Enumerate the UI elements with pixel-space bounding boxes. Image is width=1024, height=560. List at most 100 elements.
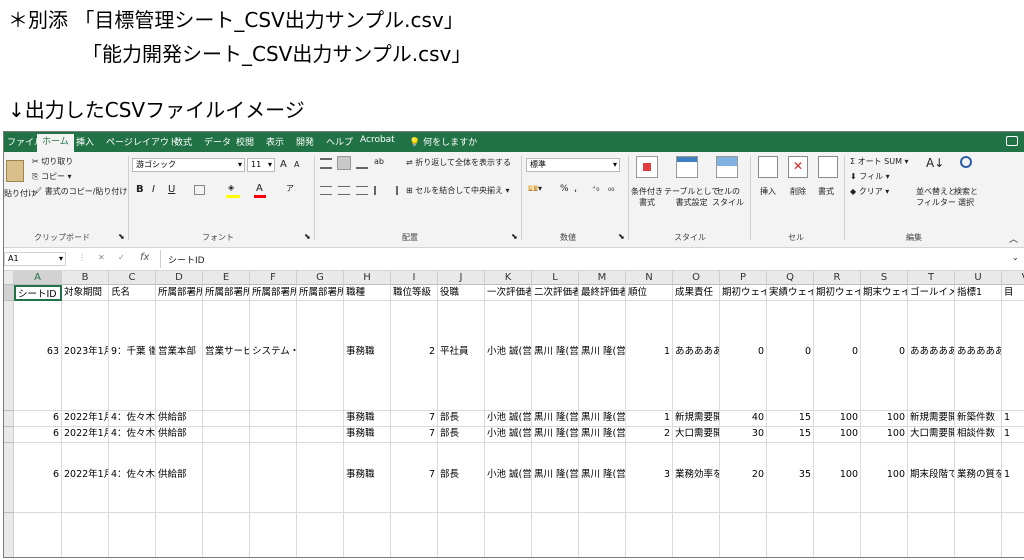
confirm-entry-icon[interactable]: ✓ bbox=[118, 253, 125, 262]
grid-cell[interactable]: 100 bbox=[814, 411, 861, 427]
column-header-p[interactable]: P bbox=[720, 271, 767, 285]
underline-button[interactable]: U bbox=[168, 184, 175, 195]
column-header-l[interactable]: L bbox=[532, 271, 579, 285]
header-cell[interactable]: 最終評価者 bbox=[579, 285, 626, 301]
grid-cell[interactable] bbox=[344, 513, 391, 557]
grid-cell[interactable]: 小池 誠(営 bbox=[485, 301, 532, 411]
shrink-font-button[interactable]: A bbox=[294, 160, 299, 169]
format-as-table-button[interactable]: テーブルとして 書式設定 bbox=[664, 186, 719, 208]
header-cell[interactable]: 指標1 bbox=[955, 285, 1002, 301]
align-left-icon[interactable] bbox=[320, 186, 332, 195]
grid-cell[interactable]: 100 bbox=[861, 411, 908, 427]
grid-cell[interactable]: 黒川 隆(営 bbox=[579, 411, 626, 427]
decrease-decimal-icon[interactable]: ₀₀ bbox=[608, 184, 614, 193]
orientation-button[interactable]: ab bbox=[374, 157, 384, 166]
font-size-select[interactable]: 11 ▾ bbox=[247, 158, 275, 172]
column-header-b[interactable]: B bbox=[62, 271, 109, 285]
grid-cell[interactable]: 黒川 隆(営 bbox=[532, 411, 579, 427]
tab-developer[interactable]: 開発 bbox=[296, 135, 314, 148]
fill-color-icon[interactable] bbox=[226, 195, 240, 198]
tell-me-search[interactable]: 💡 何をしますか bbox=[409, 135, 477, 148]
tab-view[interactable]: 表示 bbox=[266, 135, 284, 148]
grid-cell[interactable]: 2022年1月 bbox=[62, 411, 109, 427]
row-header[interactable] bbox=[4, 285, 14, 301]
grid-cell[interactable]: 7 bbox=[391, 427, 438, 443]
column-header-v[interactable]: V bbox=[1002, 271, 1024, 285]
comma-button[interactable]: , bbox=[574, 183, 577, 194]
grid-cell[interactable]: 営業サービ bbox=[203, 301, 250, 411]
align-bottom-icon[interactable] bbox=[356, 158, 368, 169]
grid-cell[interactable] bbox=[203, 443, 250, 513]
grid-cell[interactable]: 黒川 隆(営 bbox=[532, 443, 579, 513]
column-header-f[interactable]: F bbox=[250, 271, 297, 285]
dialog-launcher-icon[interactable]: ⬊ bbox=[618, 232, 625, 241]
dialog-launcher-icon[interactable]: ⬊ bbox=[118, 232, 125, 241]
align-top-icon[interactable] bbox=[320, 158, 332, 169]
row-header[interactable] bbox=[4, 301, 14, 411]
grid-cell[interactable]: 供給部 bbox=[156, 443, 203, 513]
grid-cell[interactable]: 部長 bbox=[438, 443, 485, 513]
conditional-format-button[interactable]: 条件付き 書式 bbox=[631, 186, 663, 208]
insert-cells-button[interactable]: 挿入 bbox=[760, 186, 776, 197]
font-name-select[interactable]: 游ゴシック ▾ bbox=[132, 158, 245, 172]
header-cell[interactable]: 期初ウェイ bbox=[720, 285, 767, 301]
sort-filter-button[interactable]: 並べ替えと フィルター bbox=[916, 186, 956, 208]
grid-cell[interactable]: 2022年1月 bbox=[62, 443, 109, 513]
grid-cell[interactable]: 15 bbox=[767, 411, 814, 427]
grid-cell[interactable]: 100 bbox=[861, 427, 908, 443]
number-format-select[interactable]: 標準 ▾ bbox=[526, 158, 620, 172]
grid-cell[interactable] bbox=[297, 443, 344, 513]
grid-cell[interactable] bbox=[109, 513, 156, 557]
italic-button[interactable]: I bbox=[152, 184, 155, 195]
grid-cell[interactable]: 20 bbox=[720, 443, 767, 513]
column-header-r[interactable]: R bbox=[814, 271, 861, 285]
grid-cell[interactable]: 30 bbox=[720, 427, 767, 443]
header-cell[interactable]: 期初ウェイ bbox=[814, 285, 861, 301]
tab-page-layout[interactable]: ページレイアウト bbox=[106, 135, 178, 148]
tab-help[interactable]: ヘルプ bbox=[326, 135, 353, 148]
dialog-launcher-icon[interactable]: ⬊ bbox=[511, 232, 518, 241]
column-header-g[interactable]: G bbox=[297, 271, 344, 285]
column-header-e[interactable]: E bbox=[203, 271, 250, 285]
grid-cell[interactable]: 15 bbox=[767, 427, 814, 443]
grid-cell[interactable]: 新規需要開 bbox=[673, 411, 720, 427]
grid-cell[interactable]: 黒川 隆(営 bbox=[579, 427, 626, 443]
grid-cell[interactable]: 大口需要開 bbox=[673, 427, 720, 443]
fill-button[interactable]: ⬇ フィル ▾ bbox=[850, 171, 890, 182]
grid-cell[interactable] bbox=[720, 513, 767, 557]
column-header-m[interactable]: M bbox=[579, 271, 626, 285]
grid-cell[interactable] bbox=[203, 427, 250, 443]
paste-icon[interactable] bbox=[6, 160, 24, 182]
grid-cell[interactable]: 新規需要開 bbox=[908, 411, 955, 427]
tab-insert[interactable]: 挿入 bbox=[76, 135, 94, 148]
grow-font-button[interactable]: A bbox=[280, 159, 287, 170]
grid-cell[interactable] bbox=[250, 427, 297, 443]
grid-cell[interactable] bbox=[297, 301, 344, 411]
cancel-entry-icon[interactable]: ✕ bbox=[98, 253, 105, 262]
grid-cell[interactable]: 40 bbox=[720, 411, 767, 427]
grid-cell[interactable]: 2023年1月 bbox=[62, 301, 109, 411]
row-header[interactable] bbox=[4, 513, 14, 557]
format-cells-button[interactable]: 書式 bbox=[818, 186, 834, 197]
grid-cell[interactable]: 業務の質を bbox=[955, 443, 1002, 513]
grid-cell[interactable] bbox=[203, 411, 250, 427]
grid-cell[interactable]: 100 bbox=[814, 427, 861, 443]
header-cell[interactable]: 期末ウェイ bbox=[861, 285, 908, 301]
grid-cell[interactable]: 期末段階で bbox=[908, 443, 955, 513]
grid-cell[interactable] bbox=[673, 513, 720, 557]
grid-cell[interactable]: 小池 誠(営 bbox=[485, 411, 532, 427]
grid-cell[interactable]: 4：佐々木 bbox=[109, 443, 156, 513]
cell-styles-button[interactable]: セルの スタイル bbox=[712, 186, 744, 208]
phonetic-button[interactable]: ア bbox=[286, 183, 294, 194]
grid-cell[interactable]: 部長 bbox=[438, 411, 485, 427]
grid-cell[interactable]: 6 bbox=[14, 411, 62, 427]
align-center-icon[interactable] bbox=[338, 186, 350, 195]
grid-cell[interactable]: 小池 誠(営 bbox=[485, 427, 532, 443]
grid-cell[interactable]: 2 bbox=[391, 301, 438, 411]
grid-cell[interactable]: 63 bbox=[14, 301, 62, 411]
grid-cell[interactable]: 事務職 bbox=[344, 443, 391, 513]
grid-cell[interactable]: 100 bbox=[814, 443, 861, 513]
tab-data[interactable]: データ bbox=[204, 135, 231, 148]
column-header-a[interactable]: A bbox=[14, 271, 62, 285]
row-header[interactable] bbox=[4, 443, 14, 513]
